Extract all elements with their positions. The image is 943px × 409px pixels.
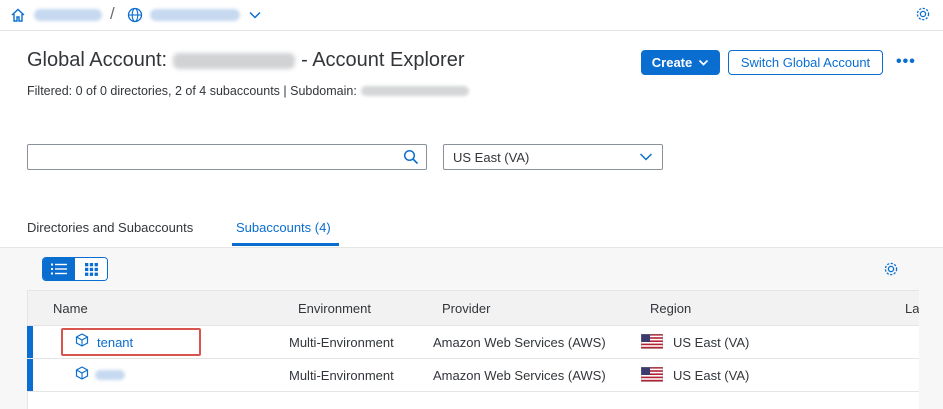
- tab-subaccounts[interactable]: Subaccounts (4): [236, 220, 331, 235]
- list-icon: [51, 263, 67, 275]
- breadcrumb-directory[interactable]: [150, 9, 240, 21]
- search-icon[interactable]: [403, 149, 419, 165]
- column-header-environment[interactable]: Environment: [298, 301, 371, 316]
- chevron-down-icon: [639, 153, 653, 161]
- gear-icon[interactable]: [914, 5, 932, 23]
- chevron-down-icon: [699, 59, 709, 66]
- search-input[interactable]: [27, 144, 427, 170]
- more-options-icon[interactable]: •••: [896, 53, 916, 71]
- create-button-label: Create: [651, 55, 693, 70]
- provider-cell: Amazon Web Services (AWS): [433, 335, 606, 350]
- global-account-name: [173, 52, 296, 69]
- home-icon[interactable]: [10, 7, 26, 23]
- subaccounts-table: Name Environment Provider Region La tena…: [27, 290, 943, 409]
- environment-cell: Multi-Environment: [289, 368, 394, 383]
- breadcrumb-global-account[interactable]: [34, 9, 102, 21]
- column-header-region[interactable]: Region: [650, 301, 691, 316]
- environment-cell: Multi-Environment: [289, 335, 394, 350]
- breadcrumb-separator: /: [110, 4, 115, 23]
- region-select-value: US East (VA): [453, 149, 530, 165]
- list-view-button[interactable]: [43, 258, 75, 280]
- create-button[interactable]: Create: [641, 50, 720, 75]
- title-prefix: Global Account:: [27, 49, 168, 71]
- switch-global-account-button[interactable]: Switch Global Account: [728, 50, 883, 75]
- filter-summary: Filtered: 0 of 0 directories, 2 of 4 sub…: [27, 84, 469, 98]
- highlight-box: [61, 328, 201, 356]
- title-suffix: - Account Explorer: [301, 49, 465, 71]
- region-cell: US East (VA): [673, 368, 750, 383]
- top-bar: /: [0, 0, 943, 30]
- table-header: Name Environment Provider Region La: [28, 291, 943, 326]
- tile-view-button[interactable]: [75, 258, 107, 280]
- subdomain-value: [360, 86, 469, 96]
- us-flag-icon: [641, 367, 663, 382]
- tab-directories-and-subaccounts[interactable]: Directories and Subaccounts: [27, 220, 193, 235]
- provider-cell: Amazon Web Services (AWS): [433, 368, 606, 383]
- active-tab-indicator: [232, 243, 339, 246]
- chevron-down-icon[interactable]: [248, 9, 262, 21]
- region-cell: US East (VA): [673, 335, 750, 350]
- table-row[interactable]: Multi-Environment Amazon Web Services (A…: [27, 359, 921, 392]
- row-status-marker: [27, 359, 33, 391]
- filter-summary-text: Filtered: 0 of 0 directories, 2 of 4 sub…: [27, 84, 357, 98]
- page-header: Global Account: - Account Explorer Filte…: [0, 30, 943, 247]
- column-header-name[interactable]: Name: [53, 301, 88, 316]
- table-scroll-edge: [919, 290, 943, 409]
- table-row[interactable]: tenant Multi-Environment Amazon Web Serv…: [27, 326, 921, 359]
- page-title: Global Account: - Account Explorer: [27, 49, 465, 72]
- column-header-provider[interactable]: Provider: [442, 301, 490, 316]
- grid-icon: [84, 262, 98, 276]
- row-status-marker: [27, 326, 33, 358]
- subaccount-cube-icon: [75, 366, 89, 380]
- column-header-labels[interactable]: La: [905, 301, 919, 316]
- globe-icon: [127, 7, 143, 23]
- region-select[interactable]: US East (VA): [443, 144, 663, 170]
- view-toggle: [42, 257, 108, 281]
- content-area: Name Environment Provider Region La tena…: [0, 247, 943, 409]
- subaccount-name-link-blurred[interactable]: [95, 370, 125, 380]
- us-flag-icon: [641, 334, 663, 349]
- table-settings-gear-icon[interactable]: [882, 260, 900, 278]
